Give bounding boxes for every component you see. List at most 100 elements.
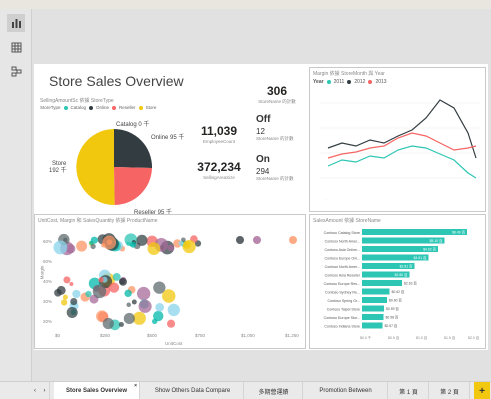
- legend-dot-reseller: [112, 105, 117, 110]
- y-tick: 50%: [43, 259, 52, 264]
- bar[interactable]: [362, 297, 387, 303]
- kpi-label: EmployeeCount: [202, 139, 236, 144]
- tab-label: Store Sales Overview: [65, 388, 128, 394]
- x-tick: $750: [195, 333, 206, 338]
- y-tick: 60%: [43, 239, 52, 244]
- scatter-point[interactable]: [101, 242, 106, 248]
- scatter-point[interactable]: [53, 240, 68, 255]
- pie-slice-reseller[interactable]: [114, 167, 152, 205]
- left-rail: [0, 9, 32, 387]
- bar[interactable]: [362, 305, 384, 312]
- tab-page-2[interactable]: 第 2 頁: [430, 382, 470, 399]
- scatter-point[interactable]: [131, 299, 137, 305]
- tab-close-icon[interactable]: ×: [134, 383, 137, 389]
- kpi-value: 11,039: [200, 124, 238, 138]
- line-chart-header: Margin 依據 StoreMonth 與 Year: [313, 71, 385, 77]
- tab-nav-prev[interactable]: ‹: [30, 382, 40, 399]
- scatter-point[interactable]: [151, 318, 158, 325]
- x-tick: $0.0 千: [360, 335, 372, 340]
- bar-value-label: $0.58 百: [386, 316, 399, 320]
- bar-chart-plot: $0.0 千 $0.5 百 $1.0 百 $1.5 百 $2.0 百 Conto…: [324, 229, 480, 340]
- scatter-point[interactable]: [147, 242, 161, 255]
- y-tick: 40%: [43, 279, 52, 284]
- add-page-button[interactable]: +: [474, 382, 490, 399]
- scatter-point[interactable]: [136, 234, 148, 246]
- scatter-point[interactable]: [85, 290, 92, 298]
- status-card-off: Off 12 StoreName 的計數: [256, 114, 294, 142]
- report-title: Store Sales Overview: [49, 73, 184, 89]
- scatter-point[interactable]: [167, 244, 175, 252]
- report-view-button[interactable]: [7, 14, 25, 32]
- bar-category-label: Contoso Europe Res...: [324, 282, 360, 286]
- scatter-point[interactable]: [253, 236, 261, 244]
- line-series-2011[interactable]: [327, 145, 477, 179]
- scatter-point[interactable]: [56, 285, 66, 295]
- scatter-point[interactable]: [182, 239, 196, 254]
- scatter-point[interactable]: [178, 240, 184, 246]
- scatter-point[interactable]: [123, 312, 135, 324]
- scatter-point[interactable]: [92, 284, 107, 299]
- scatter-point[interactable]: [118, 321, 124, 328]
- pie-label-online: Online 95 千: [151, 133, 184, 141]
- legend-item: Store: [145, 105, 157, 110]
- scatter-point[interactable]: [126, 302, 131, 307]
- legend-dot-2012: [347, 80, 352, 84]
- scatter-point[interactable]: [166, 319, 176, 328]
- tab-nav-next[interactable]: ›: [40, 382, 50, 399]
- scatter-point[interactable]: [108, 282, 120, 293]
- scatter-point[interactable]: [62, 294, 68, 300]
- scatter-point[interactable]: [155, 302, 165, 312]
- tab-multi-period[interactable]: 多期營運績: [245, 382, 303, 399]
- bar[interactable]: [362, 280, 402, 286]
- pie-slice-store[interactable]: [76, 129, 115, 206]
- scatter-point[interactable]: [61, 299, 68, 306]
- bar-chart-visual[interactable]: SalesAmount 依據 StoreName $0.0 千 $0.5 百 $…: [309, 214, 486, 349]
- tab-promotion-between[interactable]: Promotion Between: [304, 382, 388, 399]
- model-view-button[interactable]: [7, 62, 25, 80]
- scatter-point[interactable]: [129, 241, 137, 248]
- scatter-point[interactable]: [63, 276, 71, 284]
- scatter-point[interactable]: [112, 272, 121, 281]
- scatter-point[interactable]: [102, 235, 117, 250]
- line-series-2013[interactable]: [327, 132, 477, 159]
- scatter-point[interactable]: [124, 289, 132, 298]
- scatter-point[interactable]: [69, 282, 74, 287]
- pie-chart[interactable]: Catalog 0 千 Online 95 千 Reseller 95 千 St…: [34, 112, 184, 222]
- legend-item: 2012: [354, 79, 366, 85]
- scatter-point[interactable]: [70, 298, 78, 306]
- scatter-point[interactable]: [76, 240, 88, 252]
- x-tick: $0: [55, 333, 61, 338]
- tab-show-others-data-compare[interactable]: Show Others Data Compare: [142, 382, 244, 399]
- tab-page-1[interactable]: 第 1 頁: [389, 382, 429, 399]
- pie-label-store-value: 192 千: [49, 166, 67, 174]
- status-title: Off: [256, 114, 271, 125]
- data-view-button[interactable]: [7, 38, 25, 56]
- bar-category-label: Contoso Sydney Re...: [325, 291, 360, 295]
- line-chart-legend: Year 2011 2012 2013: [313, 79, 387, 85]
- page-tabs-bar: ‹ › Store Sales Overview × Show Others D…: [0, 381, 491, 399]
- scatter-point[interactable]: [162, 289, 176, 303]
- scatter-point[interactable]: [119, 277, 128, 286]
- legend-item: Reseller: [119, 105, 136, 110]
- scatter-point[interactable]: [90, 236, 98, 244]
- pie-slice-online[interactable]: [114, 129, 153, 168]
- bar-category-label: Contoso Asia Online...: [324, 248, 360, 252]
- scatter-chart-visual[interactable]: UnitCost, Margin 和 SalesQuantity 依據 Prod…: [34, 214, 306, 349]
- scatter-point[interactable]: [72, 289, 81, 299]
- bar[interactable]: [362, 314, 384, 320]
- scatter-point[interactable]: [102, 317, 114, 330]
- scatter-point[interactable]: [126, 241, 131, 246]
- scatter-point[interactable]: [236, 236, 244, 244]
- tab-store-sales-overview[interactable]: Store Sales Overview ×: [54, 382, 140, 399]
- bar[interactable]: [362, 288, 390, 295]
- bar[interactable]: [362, 322, 383, 329]
- bar-value-label: $0.59 百: [386, 307, 399, 311]
- line-chart-visual[interactable]: Margin 依據 StoreMonth 與 Year Year 2011 20…: [309, 67, 486, 212]
- scatter-point[interactable]: [66, 306, 78, 319]
- scatter-point[interactable]: [98, 277, 104, 283]
- scatter-point[interactable]: [137, 286, 151, 301]
- scatter-point[interactable]: [138, 299, 152, 313]
- scatter-point[interactable]: [167, 303, 180, 317]
- scatter-point[interactable]: [289, 236, 297, 244]
- bar-value-label: $2.63 百: [404, 282, 417, 286]
